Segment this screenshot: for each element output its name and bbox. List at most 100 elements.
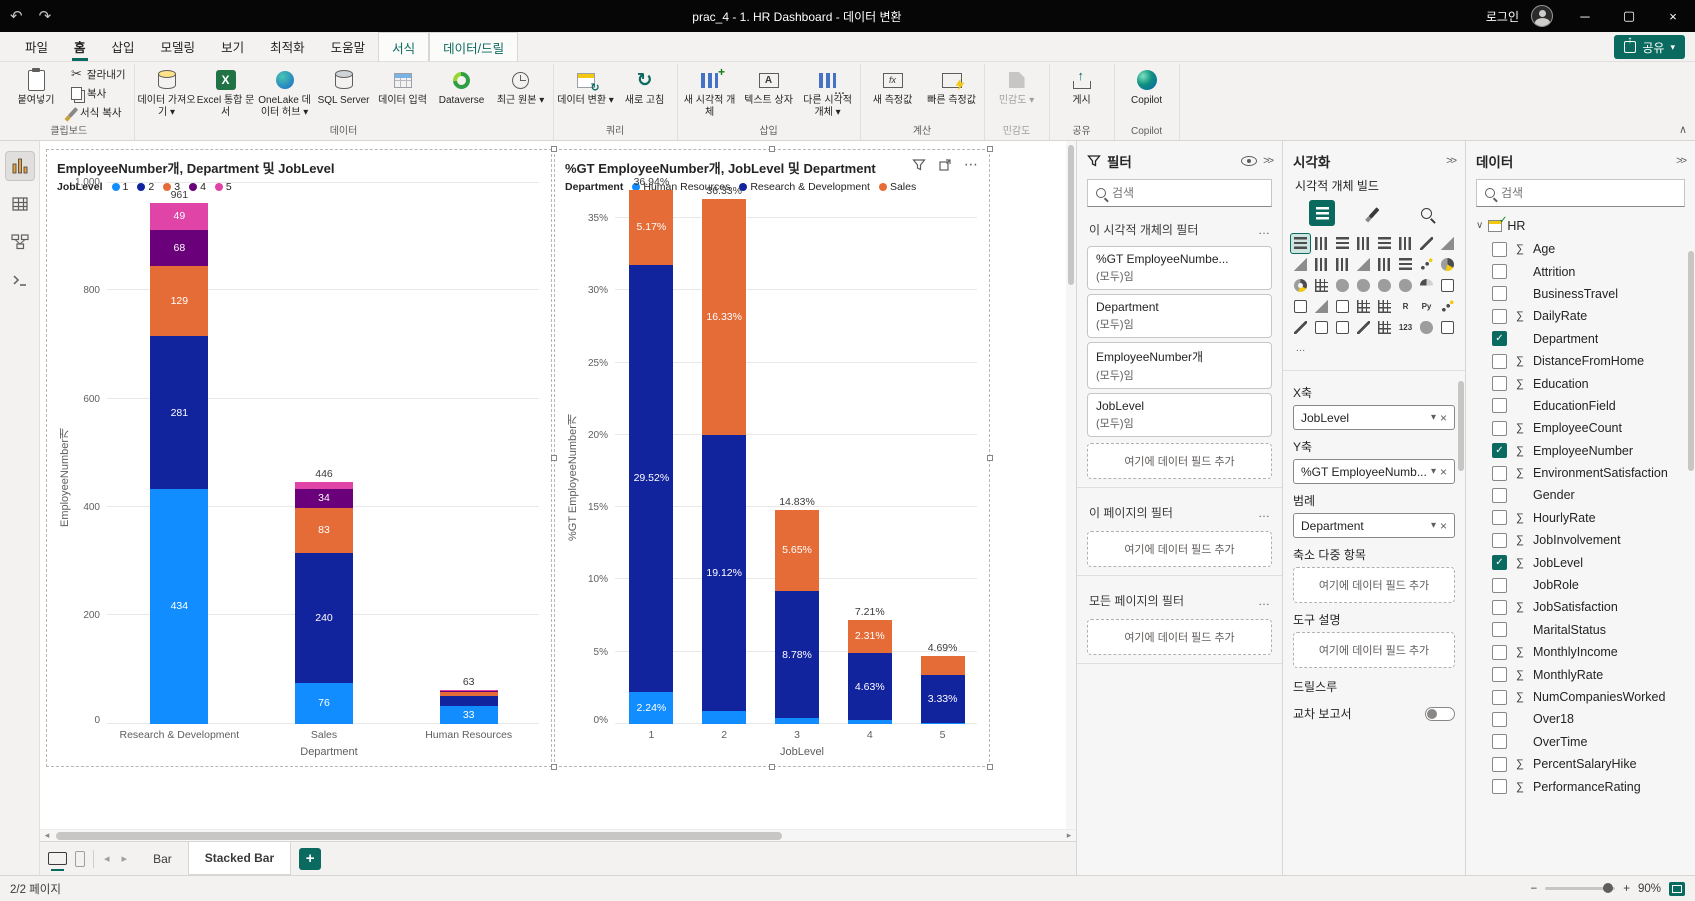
100-stacked-column-chart-icon[interactable] xyxy=(1396,234,1415,253)
funnel-chart-icon[interactable] xyxy=(1396,255,1415,274)
bar-segment[interactable]: 5.17% xyxy=(629,190,674,265)
field-row-JobLevel[interactable]: ✓ ∑ JobLevel xyxy=(1466,551,1695,573)
filter-icon[interactable] xyxy=(912,158,926,172)
paginated-report-icon[interactable] xyxy=(1375,318,1394,337)
table-node-hr[interactable]: ∨ ✓ HR xyxy=(1466,213,1695,238)
table-icon[interactable] xyxy=(1354,297,1373,316)
filter-card[interactable]: Department (모두)임 xyxy=(1087,294,1272,338)
format-painter-button[interactable]: 서식 복사 xyxy=(67,105,129,120)
remove-field-icon[interactable]: × xyxy=(1440,465,1447,479)
excel-workbook-button[interactable]: Excel 통합 문서 xyxy=(197,64,255,122)
sidebar-item-dax-query-view[interactable] xyxy=(5,265,35,295)
field-row-Education[interactable]: ∑ Education xyxy=(1466,372,1695,394)
decomposition-tree-icon[interactable] xyxy=(1291,318,1310,337)
zoom-slider[interactable] xyxy=(1545,883,1616,893)
pane-scrollbar[interactable] xyxy=(1458,381,1464,471)
new-visual-button[interactable]: 새 시각적 개체 xyxy=(681,64,739,122)
waterfall-chart-icon[interactable] xyxy=(1375,255,1394,274)
checkbox[interactable] xyxy=(1492,644,1507,660)
arcgis-map-icon[interactable] xyxy=(1417,318,1436,337)
field-row-EnvironmentSatisfaction[interactable]: ∑ EnvironmentSatisfaction xyxy=(1466,462,1695,484)
enter-data-button[interactable]: 데이터 입력 xyxy=(374,64,432,122)
copilot-button[interactable]: Copilot xyxy=(1118,64,1176,126)
field-row-PercentSalaryHike[interactable]: ∑ PercentSalaryHike xyxy=(1466,753,1695,775)
bar-segment[interactable]: 240 xyxy=(295,552,353,683)
stacked-bar[interactable]: 33 xyxy=(439,689,498,724)
filled-map-icon[interactable] xyxy=(1354,276,1373,295)
checkbox[interactable] xyxy=(1492,264,1507,280)
bar-segment[interactable]: 49 xyxy=(150,203,209,230)
resize-handle[interactable] xyxy=(987,764,993,770)
resize-handle[interactable] xyxy=(769,146,775,152)
legend-item[interactable]: Research & Development xyxy=(739,181,870,193)
ribbon-tab-최적화[interactable]: 최적화 xyxy=(257,32,318,61)
chevron-down-icon[interactable]: ▾ xyxy=(1431,520,1436,531)
bar-segment[interactable]: 76 xyxy=(295,682,353,724)
field-row-MonthlyRate[interactable]: ∑ MonthlyRate xyxy=(1466,663,1695,685)
card-icon[interactable] xyxy=(1438,276,1457,295)
checkbox[interactable] xyxy=(1492,308,1507,324)
ribbon-tab-서식[interactable]: 서식 xyxy=(378,32,430,61)
stacked-bar[interactable]: 8.78% 5.65% xyxy=(775,509,819,724)
python-visual-icon[interactable]: Py xyxy=(1417,297,1436,316)
close-button[interactable]: × xyxy=(1651,0,1695,32)
checkbox[interactable] xyxy=(1492,532,1507,548)
pie-chart-icon[interactable] xyxy=(1438,255,1457,274)
resize-handle[interactable] xyxy=(551,146,557,152)
previous-page-icon[interactable]: ◂ xyxy=(102,852,112,865)
map-icon[interactable] xyxy=(1333,276,1352,295)
new-measure-button[interactable]: 새 측정값 xyxy=(864,64,922,122)
field-row-Department[interactable]: ✓ Department xyxy=(1466,328,1695,350)
bar-segment[interactable] xyxy=(439,696,498,706)
collapse-pane-icon[interactable]: >> xyxy=(1263,155,1274,167)
checkbox[interactable] xyxy=(1492,510,1507,526)
field-row-DailyRate[interactable]: ∑ DailyRate xyxy=(1466,305,1695,327)
checkbox[interactable] xyxy=(1492,711,1507,727)
ribbon-tab-삽입[interactable]: 삽입 xyxy=(99,32,148,61)
more-options-icon[interactable]: … xyxy=(1258,223,1270,237)
bar-segment[interactable]: 281 xyxy=(150,336,209,489)
sidebar-item-model-view[interactable] xyxy=(5,227,35,257)
sidebar-item-table-view[interactable] xyxy=(5,189,35,219)
cut-button[interactable]: 잘라내기 xyxy=(68,66,129,82)
bar-segment[interactable] xyxy=(702,711,747,724)
resize-handle[interactable] xyxy=(551,764,557,770)
mobile-view-icon[interactable] xyxy=(75,850,85,867)
stacked-area-chart-icon[interactable] xyxy=(1291,255,1310,274)
checkbox[interactable] xyxy=(1492,622,1507,638)
stacked-bar[interactable]: 434 281 129 68 49 xyxy=(150,203,209,724)
bar-segment[interactable]: 5.65% xyxy=(775,509,819,592)
filter-dropzone[interactable]: 여기에 데이터 필드 추가 xyxy=(1087,619,1272,655)
filter-card[interactable]: JobLevel (모두)임 xyxy=(1087,393,1272,437)
paste-button[interactable]: 붙여넣기 xyxy=(7,64,65,122)
bar-segment[interactable]: 2.24% xyxy=(629,691,674,724)
checkbox[interactable] xyxy=(1492,465,1507,481)
checkbox[interactable] xyxy=(1492,420,1507,436)
line-and-clustered-column-chart-icon[interactable] xyxy=(1333,255,1352,274)
checkbox[interactable] xyxy=(1492,734,1507,750)
sidebar-item-report-view[interactable] xyxy=(4,151,35,181)
field-row-OverTime[interactable]: OverTime xyxy=(1466,731,1695,753)
bar-segment[interactable]: 8.78% xyxy=(775,591,819,719)
checkbox[interactable] xyxy=(1492,353,1507,369)
donut-chart-icon[interactable] xyxy=(1291,276,1310,295)
field-pill[interactable]: Department ▾ × xyxy=(1293,513,1455,538)
stacked-column-chart-icon[interactable] xyxy=(1312,234,1331,253)
data-search[interactable] xyxy=(1476,179,1685,207)
zoom-slider-thumb[interactable] xyxy=(1603,883,1614,893)
checkbox[interactable]: ✓ xyxy=(1492,555,1507,571)
collapse-ribbon-icon[interactable]: ∧ xyxy=(1679,123,1687,136)
checkbox[interactable] xyxy=(1492,779,1507,795)
filter-dropzone[interactable]: 여기에 데이터 필드 추가 xyxy=(1087,531,1272,567)
numeric-field-icon[interactable]: 123 xyxy=(1396,318,1415,337)
bar-segment[interactable]: 33 xyxy=(439,706,498,724)
bar-segment[interactable] xyxy=(920,722,965,724)
slicer-icon[interactable] xyxy=(1333,297,1352,316)
scrollbar-thumb[interactable] xyxy=(56,832,782,840)
login-button[interactable]: 로그인 xyxy=(1484,8,1521,25)
more-options-icon[interactable]: … xyxy=(1258,594,1270,608)
filter-search[interactable] xyxy=(1087,179,1272,207)
text-box-button[interactable]: 텍스트 상자 xyxy=(740,64,798,122)
refresh-button[interactable]: 새로 고침 xyxy=(616,64,674,122)
field-row-Age[interactable]: ∑ Age xyxy=(1466,238,1695,260)
